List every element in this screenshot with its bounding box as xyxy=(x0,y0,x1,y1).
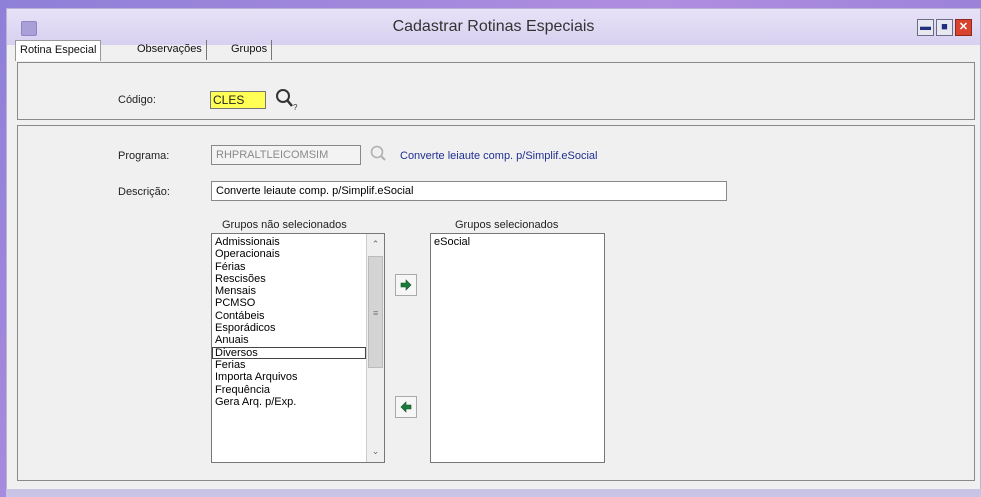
window-title: Cadastrar Rotinas Especiais xyxy=(392,18,595,35)
codigo-label: Código: xyxy=(118,94,156,106)
tab-rotina-especial[interactable]: Rotina Especial xyxy=(15,40,102,61)
programa-field: RHPRALTLEICOMSIM xyxy=(211,145,361,165)
add-group-button[interactable] xyxy=(395,274,417,296)
vertical-scrollbar[interactable]: ⌃ ≡ ⌄ xyxy=(366,234,384,462)
list-item[interactable]: Anuais xyxy=(212,334,384,346)
grip-icon: ≡ xyxy=(373,308,379,318)
arrow-right-icon xyxy=(400,279,412,291)
list-item[interactable]: Admissionais xyxy=(212,236,384,248)
chevron-down-icon[interactable]: ⌄ xyxy=(367,443,384,460)
codigo-input[interactable]: CLES xyxy=(210,91,266,109)
list-item[interactable]: Contábeis xyxy=(212,310,384,322)
grupos-nao-selecionados-header: Grupos não selecionados xyxy=(222,219,347,231)
list-item[interactable]: PCMSO xyxy=(212,297,384,309)
descricao-field[interactable]: Converte leiaute comp. p/Simplif.eSocial xyxy=(211,181,727,201)
tab-observacoes[interactable]: Observações xyxy=(133,40,207,60)
svg-text:?: ? xyxy=(293,103,298,111)
minimize-button[interactable]: ▬ xyxy=(917,19,934,36)
list-item[interactable]: Férias xyxy=(212,261,384,273)
close-button[interactable]: ✕ xyxy=(955,19,972,36)
list-item[interactable]: Esporádicos xyxy=(212,322,384,334)
grupos-selecionados-header: Grupos selecionados xyxy=(455,219,559,231)
list-item[interactable]: Operacionais xyxy=(212,248,384,260)
codigo-panel xyxy=(17,62,975,120)
chevron-up-icon[interactable]: ⌃ xyxy=(367,236,384,253)
programa-label: Programa: xyxy=(118,150,170,162)
list-item[interactable]: Importa Arquivos xyxy=(212,371,384,383)
list-item[interactable]: Ferias xyxy=(212,359,384,371)
maximize-button[interactable]: ■ xyxy=(936,19,953,36)
programa-description: Converte leiaute comp. p/Simplif.eSocial xyxy=(400,150,598,162)
grupos-nao-selecionados-list[interactable]: Admissionais Operacionais Férias Rescisõ… xyxy=(211,233,385,463)
list-item[interactable]: eSocial xyxy=(431,236,604,248)
grupos-selecionados-list[interactable]: eSocial xyxy=(430,233,605,463)
list-item[interactable]: Gera Arq. p/Exp. xyxy=(212,396,384,408)
arrow-left-icon xyxy=(400,401,412,413)
window-bottom-edge xyxy=(6,489,981,497)
descricao-label: Descrição: xyxy=(118,186,170,198)
list-item[interactable]: Diversos xyxy=(212,346,366,359)
remove-group-button[interactable] xyxy=(395,396,417,418)
tab-grupos[interactable]: Grupos xyxy=(227,40,273,60)
scrollbar-thumb[interactable]: ≡ xyxy=(368,256,383,368)
list-item[interactable]: Rescisões xyxy=(212,273,384,285)
list-item[interactable]: Mensais xyxy=(212,285,384,297)
search-icon[interactable]: ? xyxy=(273,87,299,111)
list-item[interactable]: Frequência xyxy=(212,384,384,396)
search-icon xyxy=(370,145,386,161)
